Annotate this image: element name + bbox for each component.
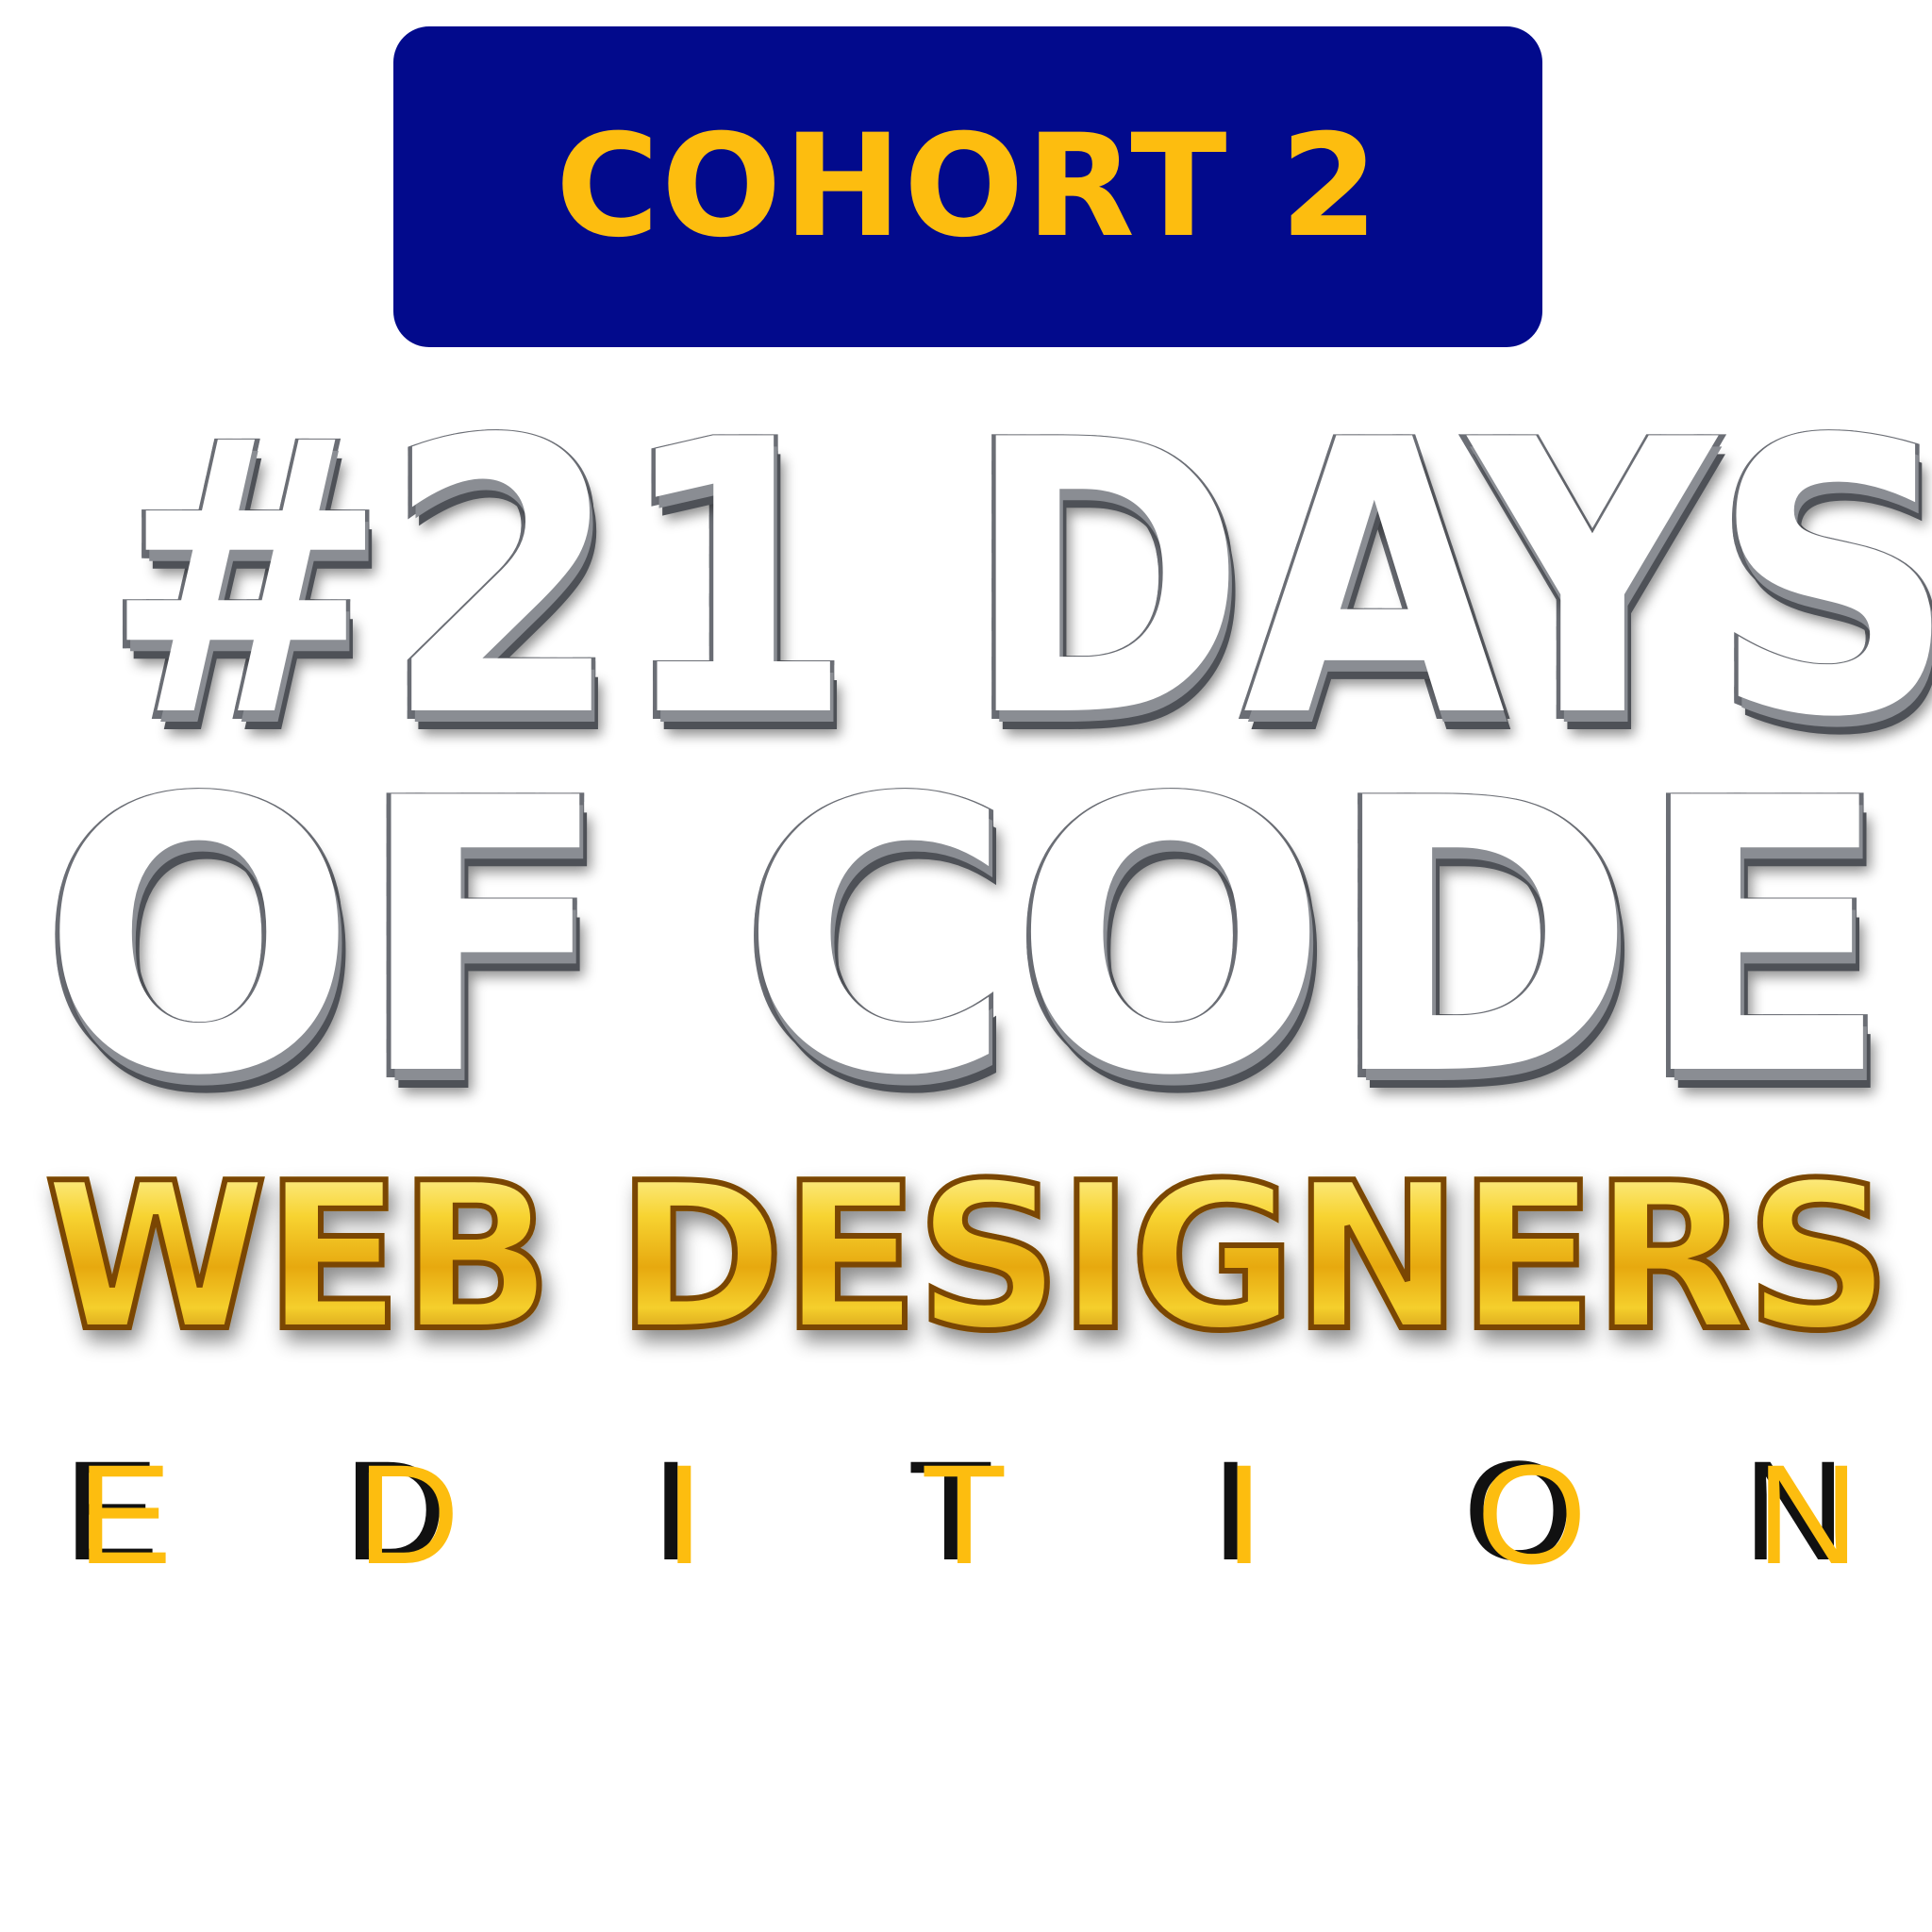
edition-word: E D I T I O N [77, 1435, 1859, 1593]
edition-letter: O [1476, 1435, 1587, 1593]
edition-letter: N [1756, 1435, 1859, 1593]
cohort-label: COHORT 2 [555, 105, 1381, 269]
edition-letter: E [77, 1435, 173, 1593]
headline-line-1: #21 DAYS [0, 391, 1932, 778]
subtitle: WEB DESIGNERS [0, 1139, 1932, 1375]
headline-line-2-text: OF CODE [37, 724, 1895, 1162]
headline-line-1-text: #21 DAYS [100, 391, 1932, 778]
subtitle-text: WEB DESIGNERS [42, 1139, 1895, 1375]
edition-letter: D [357, 1435, 459, 1593]
edition-letter: I [664, 1435, 705, 1593]
edition-letter: T [921, 1435, 1008, 1593]
edition-letter: I [1224, 1435, 1264, 1593]
headline-line-2: OF CODE [0, 724, 1932, 1162]
cohort-badge: COHORT 2 [393, 26, 1542, 347]
